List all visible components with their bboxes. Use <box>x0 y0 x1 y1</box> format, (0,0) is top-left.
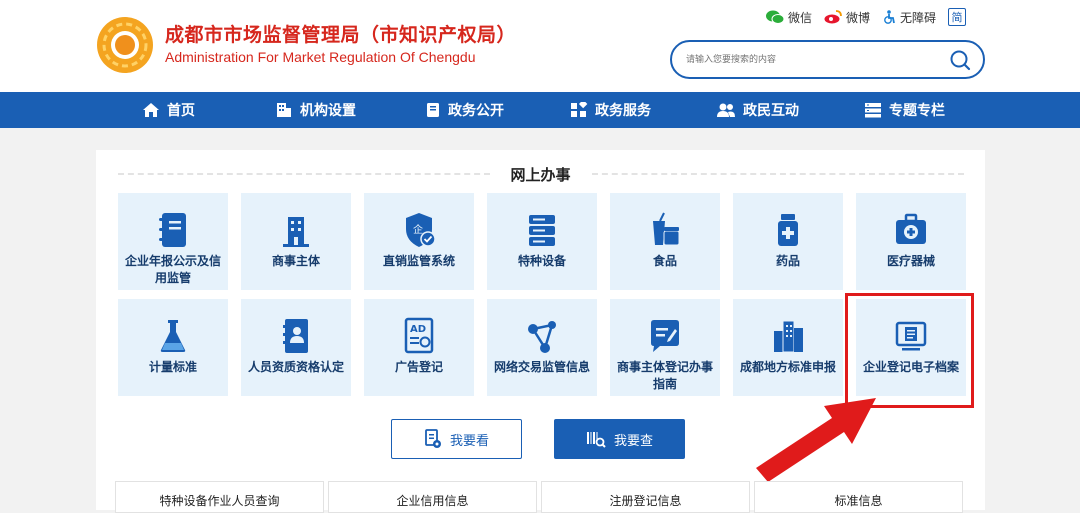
site-title-cn[interactable]: 成都市市场监督管理局（市知识产权局） <box>165 20 516 47</box>
weibo-icon <box>824 10 842 24</box>
medicine-bottle-icon <box>778 214 798 246</box>
accessibility-label: 无障碍 <box>899 10 936 25</box>
nav-item-organization[interactable]: 机构设置 <box>275 92 356 128</box>
tile-label: 人员资质资格认定 <box>247 360 344 374</box>
tile-label: 商事主体 <box>271 254 320 268</box>
tile-label: 医疗器械 <box>886 254 935 268</box>
message-edit-icon <box>651 320 679 352</box>
notebook-icon <box>159 213 186 247</box>
wechat-label: 微信 <box>787 10 812 25</box>
tile-personnel-qualification[interactable]: 人员资质资格认定 <box>241 299 351 396</box>
bureau-logo[interactable] <box>96 16 154 74</box>
tile-business-entity[interactable]: 商事主体 <box>241 193 351 290</box>
food-drink-icon <box>653 212 680 246</box>
medical-kit-icon <box>896 213 926 244</box>
tile-ad-registration[interactable]: AD 广告登记 <box>364 299 474 396</box>
tile-direct-selling[interactable]: 企 直销监管系统 <box>364 193 474 290</box>
tile-registration-guide[interactable]: 商事主体登记办事指南 <box>610 299 720 396</box>
barcode-search-icon <box>586 432 606 448</box>
tile-label: 广告登记 <box>394 360 443 374</box>
shield-check-icon: 企 <box>406 213 436 247</box>
tile-medical-devices[interactable]: 医疗器械 <box>856 193 966 290</box>
svg-text:AD: AD <box>410 324 426 335</box>
query-tab-special-equipment-personnel[interactable]: 特种设备作业人员查询 <box>115 481 324 513</box>
accessibility-link[interactable]: 无障碍 <box>882 9 936 26</box>
tile-food[interactable]: 食品 <box>610 193 720 290</box>
tile-online-trade-supervision[interactable]: 网络交易监管信息 <box>487 299 597 396</box>
query-tab-standards-info[interactable]: 标准信息 <box>754 481 963 513</box>
wechat-icon <box>765 10 784 24</box>
section-title: 网上办事 <box>510 166 571 184</box>
svg-text:企: 企 <box>413 223 423 236</box>
want-to-check-label: 我要查 <box>613 433 653 449</box>
tile-label: 网络交易监管信息 <box>493 360 590 374</box>
tile-label: 药品 <box>775 254 800 268</box>
accessibility-icon <box>884 10 895 24</box>
nav-label: 专题专栏 <box>889 103 945 119</box>
red-arrow-annotation <box>756 398 876 482</box>
city-buildings-icon <box>774 320 803 353</box>
tile-label: 食品 <box>652 254 677 268</box>
contact-book-icon <box>283 319 308 353</box>
wechat-link[interactable]: 微信 <box>765 9 812 26</box>
nav-label: 机构设置 <box>300 103 356 119</box>
flask-icon <box>160 320 186 352</box>
tile-medicine[interactable]: 药品 <box>733 193 843 290</box>
want-to-look-label: 我要看 <box>449 433 489 449</box>
tile-label: 特种设备 <box>517 254 566 268</box>
list-icon <box>865 103 881 118</box>
nav-label: 政民互动 <box>743 103 799 119</box>
tile-annual-report[interactable]: 企业年报公示及信用监管 <box>118 193 228 290</box>
tile-label: 成都地方标准申报 <box>739 360 836 374</box>
search-input[interactable] <box>686 50 936 70</box>
book-icon <box>427 103 439 117</box>
nav-item-topics[interactable]: 专题专栏 <box>864 92 945 128</box>
simplified-chinese-toggle[interactable]: 简 <box>948 8 966 26</box>
query-tab-enterprise-credit[interactable]: 企业信用信息 <box>328 481 537 513</box>
tile-label: 直销监管系统 <box>382 254 455 268</box>
grid-icon <box>571 102 588 117</box>
building-icon <box>277 103 291 117</box>
nav-label: 首页 <box>167 103 195 119</box>
tile-label: 商事主体登记办事指南 <box>616 360 713 391</box>
nav-item-public-affairs[interactable]: 政务公开 <box>425 92 504 128</box>
want-to-check-button[interactable]: 我要查 <box>554 419 685 459</box>
weibo-link[interactable]: 微博 <box>824 9 870 26</box>
tile-special-equipment[interactable]: 特种设备 <box>487 193 597 290</box>
home-icon <box>143 103 159 117</box>
network-nodes-icon <box>528 321 556 353</box>
ad-icon: AD <box>404 317 434 354</box>
nav-label: 政务公开 <box>448 103 504 119</box>
weibo-label: 微博 <box>845 10 870 25</box>
tile-measurement-standards[interactable]: 计量标准 <box>118 299 228 396</box>
nav-item-interaction[interactable]: 政民互动 <box>716 92 799 128</box>
document-view-icon <box>425 429 441 448</box>
search-icon[interactable] <box>949 49 971 71</box>
want-to-look-button[interactable]: 我要看 <box>391 419 522 459</box>
site-header: 成都市市场监督管理局（市知识产权局） Administration For Ma… <box>0 0 1080 92</box>
office-building-icon <box>283 217 309 247</box>
tile-label: 企业年报公示及信用监管 <box>124 254 221 285</box>
nav-label: 政务服务 <box>595 103 651 119</box>
main-nav: 首页 机构设置 政务公开 政务服务 政民互动 专题专栏 <box>0 92 1080 128</box>
people-icon <box>717 103 735 117</box>
top-links: 微信 微博 无障碍 简 <box>765 8 966 26</box>
nav-item-services[interactable]: 政务服务 <box>570 92 651 128</box>
server-icon <box>529 215 555 246</box>
tile-label: 计量标准 <box>148 360 197 374</box>
nav-item-home[interactable]: 首页 <box>142 92 195 128</box>
query-tab-registration-info[interactable]: 注册登记信息 <box>541 481 750 513</box>
site-title-en[interactable]: Administration For Market Regulation Of … <box>165 49 475 65</box>
search-box <box>670 40 985 79</box>
